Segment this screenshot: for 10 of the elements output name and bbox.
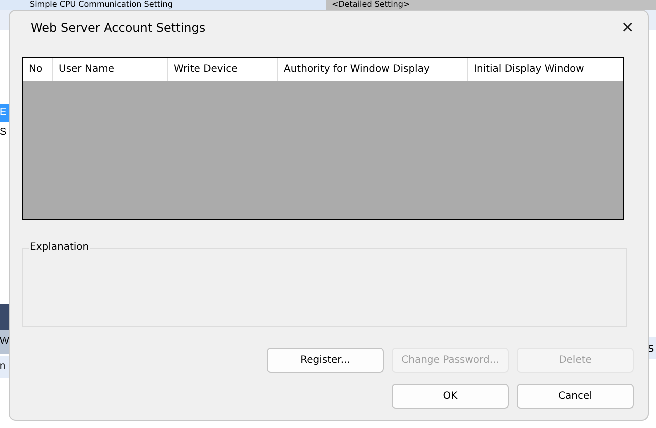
dialog-title: Web Server Account Settings: [30, 21, 206, 35]
dialog-button[interactable]: OK: [392, 384, 509, 409]
column-header[interactable]: Initial Display Window: [468, 58, 623, 81]
dialog-button[interactable]: Cancel: [517, 384, 634, 409]
setting-label: Simple CPU Communication Setting: [29, 0, 174, 10]
setting-value: <Detailed Setting>: [326, 0, 656, 10]
explanation-label: Explanation: [29, 242, 90, 253]
dialog-button[interactable]: Register...: [267, 348, 384, 373]
close-button[interactable]: ×: [612, 12, 644, 44]
background-text: s: [648, 341, 654, 355]
